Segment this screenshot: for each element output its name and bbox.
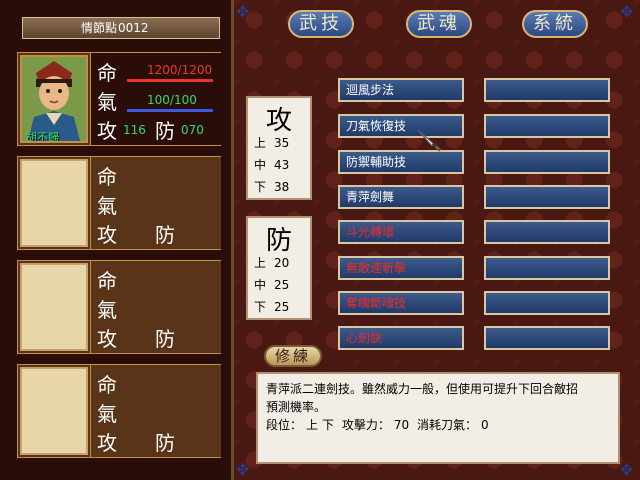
defense-glyph: 防 bbox=[155, 431, 175, 455]
hp-bar bbox=[127, 79, 213, 82]
skill-description-box: 青萍派二連劍技。雖然威力一般，但使用可提升下回合敵招 預測機率。 段位：上下 攻… bbox=[256, 372, 620, 464]
story-points-bar: 情節點 0012 bbox=[22, 17, 220, 39]
corner-ornament-icon: ✥ bbox=[236, 460, 250, 479]
skill-slot-right-4[interactable] bbox=[484, 185, 610, 209]
skill-slot-left-8[interactable]: 心劍訣 bbox=[338, 326, 464, 350]
qi-glyph: 氣 bbox=[97, 298, 117, 322]
defense-box-title: 防 bbox=[265, 226, 292, 256]
skill-slot-right-1[interactable] bbox=[484, 78, 610, 102]
attack-row-lower: 下 38 bbox=[254, 180, 290, 194]
hero-name: 胡不歸 bbox=[26, 131, 59, 143]
empty-portrait bbox=[20, 159, 88, 247]
attack-glyph: 攻 bbox=[97, 223, 117, 247]
skill-slot-left-7[interactable]: 奪魄斷魂技 bbox=[338, 291, 464, 315]
practice-button[interactable]: 修練 bbox=[264, 345, 322, 367]
skill-slot-right-5[interactable] bbox=[484, 220, 610, 244]
skill-slot-left-4[interactable]: 青萍劍舞 bbox=[338, 185, 464, 209]
party-panel: 情節點 0012 胡不歸 命 1200/1200 氣 100/100 攻 116… bbox=[0, 0, 234, 480]
qi-value: 100/100 bbox=[147, 93, 197, 107]
skill-slot-right-3[interactable] bbox=[484, 150, 610, 174]
corner-ornament-icon: ✥ bbox=[620, 2, 634, 21]
corner-ornament-icon: ✥ bbox=[236, 2, 250, 21]
defense-stat-box: 防 上 20 中 25 下 25 bbox=[246, 216, 312, 320]
tab-martial-arts[interactable]: 武技 bbox=[288, 10, 354, 38]
attack-value: 116 bbox=[123, 123, 146, 137]
empty-portrait bbox=[20, 263, 88, 351]
cost-value: 0 bbox=[481, 418, 489, 432]
party-slot-3[interactable]: 命 氣 攻 防 bbox=[17, 260, 221, 354]
skill-screen: 武技 武魂 系統 攻 上 35 中 43 下 38 防 上 20 中 25 下 25 迴風步… bbox=[234, 0, 640, 480]
attack-stat-box: 攻 上 35 中 43 下 38 bbox=[246, 96, 312, 200]
skill-slot-right-7[interactable] bbox=[484, 291, 610, 315]
life-glyph: 命 bbox=[97, 61, 117, 85]
defense-glyph: 防 bbox=[155, 223, 175, 247]
attack-glyph: 攻 bbox=[97, 327, 117, 351]
hero-stats: 命 1200/1200 氣 100/100 攻 116 防 070 bbox=[90, 53, 221, 145]
slot-stats: 命 氣 攻 防 bbox=[90, 157, 221, 249]
defense-row-lower: 下 25 bbox=[254, 300, 290, 314]
skill-slot-left-6[interactable]: 無敵連斬擊 bbox=[338, 256, 464, 280]
qi-glyph: 氣 bbox=[97, 90, 117, 114]
power-value: 70 bbox=[393, 418, 410, 432]
attack-row-middle: 中 43 bbox=[254, 158, 290, 172]
skill-slot-right-6[interactable] bbox=[484, 256, 610, 280]
qi-bar bbox=[127, 109, 213, 112]
description-line-1: 青萍派二連劍技。雖然威力一般，但使用可提升下回合敵招 bbox=[266, 382, 579, 396]
hp-value: 1200/1200 bbox=[147, 63, 213, 77]
skill-slot-left-2[interactable]: 刀氣恢復技 bbox=[338, 114, 464, 138]
position-upper: 上 bbox=[306, 418, 319, 432]
qi-glyph: 氣 bbox=[97, 402, 117, 426]
sword-cursor-icon bbox=[417, 129, 442, 152]
skill-slot-left-5[interactable]: 斗光轉環 bbox=[338, 220, 464, 244]
cost-label: 消耗刀氣： bbox=[417, 418, 478, 432]
party-slot-1[interactable]: 胡不歸 命 1200/1200 氣 100/100 攻 116 防 070 bbox=[17, 52, 221, 146]
slot-stats: 命 氣 攻 防 bbox=[90, 261, 221, 353]
tab-system[interactable]: 系統 bbox=[522, 10, 588, 38]
story-points-value: 0012 bbox=[118, 21, 149, 35]
attack-glyph: 攻 bbox=[97, 119, 117, 143]
tab-martial-soul[interactable]: 武魂 bbox=[406, 10, 472, 38]
attack-box-title: 攻 bbox=[265, 106, 292, 136]
party-slot-4[interactable]: 命 氣 攻 防 bbox=[17, 364, 221, 458]
slot-stats: 命 氣 攻 防 bbox=[90, 365, 221, 457]
skill-slot-right-2[interactable] bbox=[484, 114, 610, 138]
position-lower: 下 bbox=[322, 418, 335, 432]
life-glyph: 命 bbox=[97, 269, 117, 293]
position-label: 段位： bbox=[266, 418, 303, 432]
story-points-label: 情節點 bbox=[81, 21, 118, 35]
defense-glyph: 防 bbox=[155, 119, 175, 143]
defense-glyph: 防 bbox=[155, 327, 175, 351]
qi-glyph: 氣 bbox=[97, 194, 117, 218]
defense-row-middle: 中 25 bbox=[254, 278, 290, 292]
life-glyph: 命 bbox=[97, 373, 117, 397]
skill-slot-left-1[interactable]: 迴風步法 bbox=[338, 78, 464, 102]
description-stats-line: 段位：上下 攻擊力： 70 消耗刀氣： 0 bbox=[266, 416, 610, 434]
defense-value: 070 bbox=[181, 123, 204, 137]
attack-row-upper: 上 35 bbox=[254, 136, 290, 150]
life-glyph: 命 bbox=[97, 165, 117, 189]
empty-portrait bbox=[20, 367, 88, 455]
description-line-2: 預測機率。 bbox=[266, 400, 327, 414]
skill-slot-left-3[interactable]: 防禦輔助技 bbox=[338, 150, 464, 174]
defense-row-upper: 上 20 bbox=[254, 256, 290, 270]
power-label: 攻擊力： bbox=[341, 418, 390, 432]
hero-portrait[interactable]: 胡不歸 bbox=[20, 55, 88, 143]
skill-slot-right-8[interactable] bbox=[484, 326, 610, 350]
party-slot-2[interactable]: 命 氣 攻 防 bbox=[17, 156, 221, 250]
attack-glyph: 攻 bbox=[97, 431, 117, 455]
corner-ornament-icon: ✥ bbox=[620, 460, 634, 479]
